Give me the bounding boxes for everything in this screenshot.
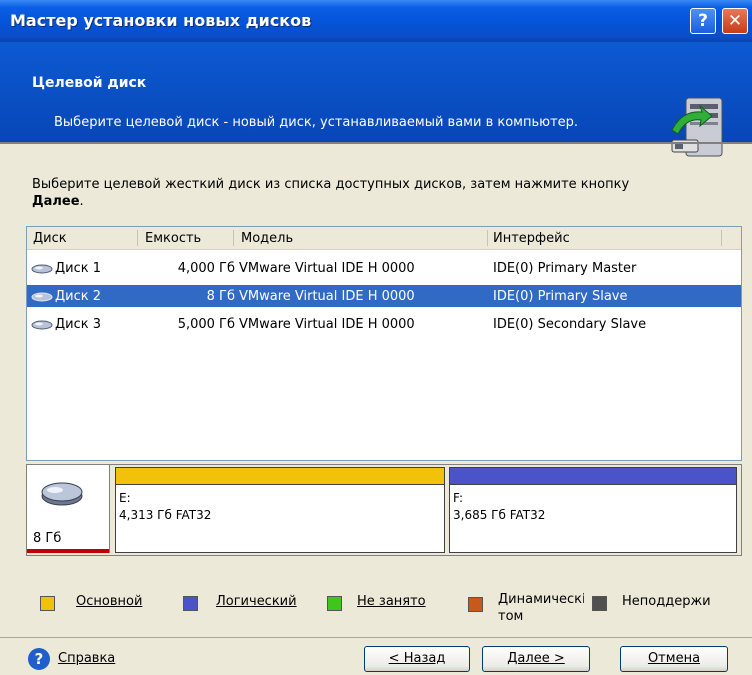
instruction-suffix: . [79, 194, 84, 209]
col-capacity-header[interactable]: Емкость [145, 231, 201, 246]
help-icon[interactable]: ? [28, 648, 50, 670]
legend-free: Не занято [357, 594, 426, 609]
footer-divider [0, 637, 752, 638]
next-button[interactable]: Далее > [482, 646, 590, 672]
partition-label: F: 3,685 Гб FAT32 [453, 490, 545, 524]
partition-info: 3,685 Гб FAT32 [453, 508, 546, 522]
cell-capacity: 8 Гб [206, 289, 235, 304]
col-interface-header[interactable]: Интерфейс [493, 231, 570, 246]
legend-logical: Логический [216, 594, 297, 609]
table-row[interactable]: Диск 1 4,000 Гб VMware Virtual IDE H 000… [27, 257, 741, 279]
disk-indicator-bar [27, 549, 109, 553]
instruction-main: Выберите целевой жесткий диск из списка … [32, 177, 630, 192]
cell-interface: IDE(0) Primary Master [493, 261, 637, 276]
step-title: Целевой диск [32, 75, 147, 91]
partition-f[interactable]: F: 3,685 Гб FAT32 [449, 467, 737, 553]
col-model-header[interactable]: Модель [241, 231, 293, 246]
back-button[interactable]: < Назад [364, 646, 470, 672]
legend-unsupported: Неподдержи [622, 594, 711, 609]
hard-disk-icon [31, 320, 53, 330]
header-divider [0, 142, 752, 144]
partition-info: 4,313 Гб FAT32 [119, 508, 212, 522]
partition-e[interactable]: E: 4,313 Гб FAT32 [115, 467, 445, 553]
header-separator[interactable] [233, 230, 234, 246]
partition-type-bar [450, 468, 736, 485]
cell-capacity: 4,000 Гб [177, 261, 235, 276]
close-icon: ✕ [727, 11, 743, 31]
cell-capacity: 5,000 Гб [177, 317, 235, 332]
legend-primary: Основной [76, 594, 143, 609]
list-header: Диск Емкость Модель Интерфейс [27, 227, 741, 250]
wizard-window: Мастер установки новых дисков ? ✕ Целево… [0, 0, 752, 675]
header-separator[interactable] [137, 230, 138, 246]
cell-model: VMware Virtual IDE H 0000 [239, 289, 415, 304]
partition-letter: F: [453, 491, 464, 505]
next-button-label: Далее > [507, 651, 565, 666]
cell-interface: IDE(0) Secondary Slave [493, 317, 647, 332]
cancel-button[interactable]: Отмена [620, 646, 728, 672]
help-title-button[interactable]: ? [690, 8, 716, 34]
hard-disk-icon [41, 482, 83, 506]
cell-disk: Диск 1 [55, 261, 102, 276]
instruction-next-bold: Далее [32, 194, 80, 209]
title-bar: Мастер установки новых дисков ? ✕ [0, 0, 752, 42]
cell-model: VMware Virtual IDE H 0000 [239, 317, 415, 332]
disk-list[interactable]: Диск Емкость Модель Интерфейс Диск 1 4,0… [26, 226, 742, 461]
back-button-label: < Назад [388, 651, 446, 666]
close-button[interactable]: ✕ [722, 8, 748, 34]
hard-disk-icon [31, 292, 53, 302]
partition-type-bar [116, 468, 444, 485]
instruction-text: Выберите целевой жесткий диск из списка … [32, 176, 722, 210]
help-link[interactable]: Справка [58, 651, 115, 666]
legend-swatch-dynamic [468, 597, 483, 612]
legend-dynamic: Динамическі том [498, 592, 584, 624]
wizard-header: Целевой диск Выберите целевой диск - нов… [0, 42, 752, 157]
partition-label: E: 4,313 Гб FAT32 [119, 490, 211, 524]
step-subtitle: Выберите целевой диск - новый диск, уста… [54, 115, 579, 130]
window-title: Мастер установки новых дисков [10, 11, 312, 30]
cancel-button-label: Отмена [647, 651, 701, 666]
header-separator[interactable] [487, 230, 488, 246]
partition-letter: E: [119, 491, 131, 505]
computer-disk-icon [671, 97, 723, 157]
disk-summary[interactable]: 8 Гб [27, 465, 110, 553]
legend-swatch-free [327, 596, 342, 611]
header-separator[interactable] [721, 230, 722, 246]
table-row[interactable]: Диск 3 5,000 Гб VMware Virtual IDE H 000… [27, 313, 741, 335]
question-icon: ? [698, 11, 708, 31]
hard-disk-icon [31, 264, 53, 274]
legend-swatch-primary [40, 596, 55, 611]
partition-legend: Основной Логический Не занято Динамическ… [34, 592, 744, 633]
legend-swatch-logical [183, 596, 198, 611]
legend-swatch-unsupported [592, 596, 607, 611]
disk-size-label: 8 Гб [33, 531, 62, 546]
cell-disk: Диск 3 [55, 317, 102, 332]
cell-interface: IDE(0) Primary Slave [493, 289, 628, 304]
cell-model: VMware Virtual IDE H 0000 [239, 261, 415, 276]
table-row-selected[interactable]: Диск 2 8 Гб VMware Virtual IDE H 0000 ID… [27, 285, 741, 307]
cell-disk: Диск 2 [55, 289, 102, 304]
disk-map: 8 Гб E: 4,313 Гб FAT32 F: 3,685 Гб FAT32 [26, 464, 742, 556]
col-disk-header[interactable]: Диск [33, 231, 67, 246]
